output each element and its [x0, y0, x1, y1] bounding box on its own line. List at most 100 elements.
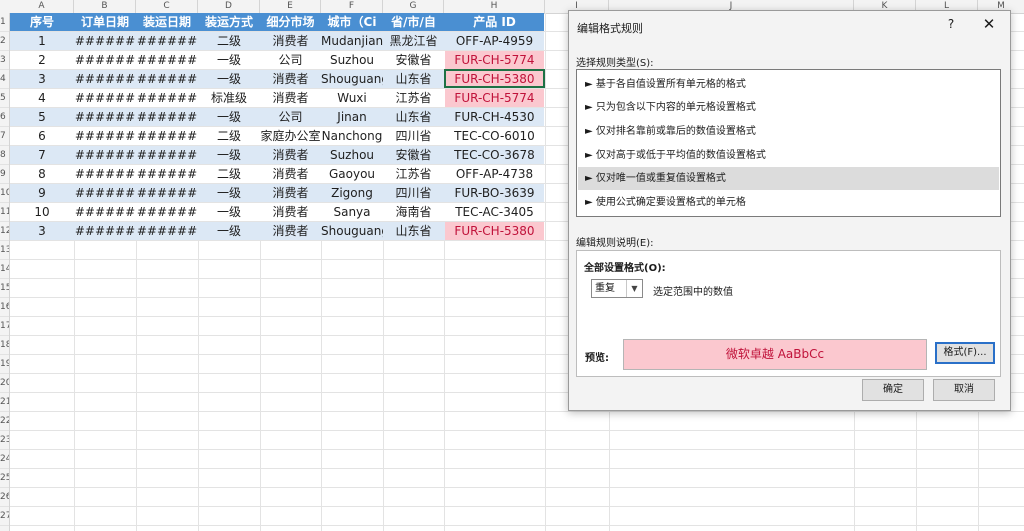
- table-cell[interactable]: ######: [136, 51, 198, 70]
- row-header[interactable]: 17: [0, 317, 9, 336]
- table-cell[interactable]: Shouguang: [321, 70, 383, 89]
- table-cell[interactable]: 5: [10, 108, 74, 127]
- header-cell[interactable]: 细分市场: [260, 13, 321, 32]
- row-header[interactable]: 15: [0, 279, 9, 298]
- row-header[interactable]: 18: [0, 336, 9, 355]
- row-header[interactable]: 19: [0, 355, 9, 374]
- table-cell[interactable]: ######: [74, 32, 136, 51]
- column-header-c[interactable]: C: [136, 0, 198, 13]
- table-cell[interactable]: 二级: [198, 165, 260, 184]
- ok-button[interactable]: 确定: [862, 379, 924, 401]
- rule-type-item[interactable]: ► 使用公式确定要设置格式的单元格: [578, 191, 999, 214]
- column-header-d[interactable]: D: [198, 0, 260, 13]
- table-cell[interactable]: 家庭办公室: [260, 127, 321, 146]
- row-header[interactable]: 22: [0, 412, 9, 431]
- table-cell[interactable]: 黑龙江省: [383, 32, 444, 51]
- table-cell[interactable]: 一级: [198, 146, 260, 165]
- table-cell[interactable]: 8: [10, 165, 74, 184]
- table-cell[interactable]: 9: [10, 184, 74, 203]
- row-header[interactable]: 20: [0, 374, 9, 393]
- column-header-g[interactable]: G: [383, 0, 444, 13]
- table-cell[interactable]: ######: [136, 108, 198, 127]
- table-cell[interactable]: Suzhou: [321, 51, 383, 70]
- duplicate-unique-select[interactable]: 重复 ▼: [591, 279, 643, 298]
- table-cell[interactable]: 标准级: [198, 89, 260, 108]
- table-cell[interactable]: ######: [74, 89, 136, 108]
- header-cell[interactable]: 序号: [10, 13, 74, 32]
- column-header-b[interactable]: B: [74, 0, 136, 13]
- table-cell[interactable]: 二级: [198, 32, 260, 51]
- row-header[interactable]: 2: [0, 32, 9, 51]
- table-cell[interactable]: ######: [74, 146, 136, 165]
- table-cell[interactable]: Nanchong: [321, 127, 383, 146]
- table-cell[interactable]: ######: [74, 51, 136, 70]
- table-cell[interactable]: 3: [10, 222, 74, 241]
- table-cell[interactable]: 山东省: [383, 222, 444, 241]
- table-cell[interactable]: FUR-CH-5380: [444, 222, 545, 241]
- chevron-down-icon[interactable]: ▼: [626, 280, 642, 297]
- header-cell[interactable]: 城市（Ci: [321, 13, 383, 32]
- format-button[interactable]: 格式(F)...: [935, 342, 995, 364]
- row-header[interactable]: 5: [0, 89, 9, 108]
- row-header[interactable]: 3: [0, 51, 9, 70]
- row-header[interactable]: 26: [0, 488, 9, 507]
- table-cell[interactable]: OFF-AP-4959: [444, 32, 545, 51]
- table-cell[interactable]: 消费者: [260, 203, 321, 222]
- table-cell[interactable]: 3: [10, 70, 74, 89]
- header-cell[interactable]: 省/市/自: [383, 13, 444, 32]
- table-cell[interactable]: 江苏省: [383, 165, 444, 184]
- table-cell[interactable]: ######: [136, 32, 198, 51]
- table-cell[interactable]: ######: [136, 184, 198, 203]
- table-cell[interactable]: ######: [74, 165, 136, 184]
- row-header[interactable]: 7: [0, 127, 9, 146]
- table-cell[interactable]: 消费者: [260, 222, 321, 241]
- table-cell[interactable]: ######: [136, 127, 198, 146]
- header-cell[interactable]: 订单日期: [74, 13, 136, 32]
- table-cell[interactable]: 山东省: [383, 108, 444, 127]
- table-cell[interactable]: 四川省: [383, 127, 444, 146]
- table-cell[interactable]: 7: [10, 146, 74, 165]
- table-cell[interactable]: ######: [74, 70, 136, 89]
- table-cell[interactable]: 消费者: [260, 70, 321, 89]
- row-header[interactable]: 1: [0, 13, 9, 32]
- row-header[interactable]: 4: [0, 70, 9, 89]
- row-header[interactable]: 27: [0, 507, 9, 526]
- table-cell[interactable]: 公司: [260, 51, 321, 70]
- rule-type-item[interactable]: ► 只为包含以下内容的单元格设置格式: [578, 96, 999, 119]
- table-cell[interactable]: 一级: [198, 222, 260, 241]
- table-cell[interactable]: 山东省: [383, 70, 444, 89]
- column-header-a[interactable]: A: [10, 0, 74, 13]
- row-header[interactable]: 23: [0, 431, 9, 450]
- table-cell[interactable]: Gaoyou: [321, 165, 383, 184]
- table-cell[interactable]: 二级: [198, 127, 260, 146]
- table-cell[interactable]: FUR-CH-4530: [444, 108, 545, 127]
- table-cell[interactable]: 一级: [198, 51, 260, 70]
- table-cell[interactable]: ######: [136, 89, 198, 108]
- close-icon[interactable]: ✕: [981, 15, 997, 33]
- table-cell[interactable]: TEC-CO-3678: [444, 146, 545, 165]
- table-cell[interactable]: Wuxi: [321, 89, 383, 108]
- rule-type-item-selected[interactable]: ► 仅对唯一值或重复值设置格式: [578, 167, 999, 190]
- table-cell[interactable]: 2: [10, 51, 74, 70]
- column-header-e[interactable]: E: [260, 0, 321, 13]
- row-header[interactable]: 24: [0, 450, 9, 469]
- header-cell[interactable]: 产品 ID: [444, 13, 545, 32]
- table-cell[interactable]: ######: [74, 203, 136, 222]
- row-header[interactable]: 16: [0, 298, 9, 317]
- table-cell[interactable]: Sanya: [321, 203, 383, 222]
- table-cell[interactable]: TEC-CO-6010: [444, 127, 545, 146]
- table-cell[interactable]: ######: [136, 165, 198, 184]
- rule-type-list[interactable]: ► 基于各自值设置所有单元格的格式 ► 只为包含以下内容的单元格设置格式 ► 仅…: [576, 69, 1001, 217]
- table-cell[interactable]: 1: [10, 32, 74, 51]
- table-cell[interactable]: ######: [74, 127, 136, 146]
- row-header[interactable]: 8: [0, 146, 9, 165]
- row-header[interactable]: 14: [0, 260, 9, 279]
- table-cell[interactable]: ######: [136, 70, 198, 89]
- table-cell[interactable]: Shouguang: [321, 222, 383, 241]
- table-cell[interactable]: 消费者: [260, 146, 321, 165]
- table-cell[interactable]: ######: [74, 108, 136, 127]
- table-cell[interactable]: Jinan: [321, 108, 383, 127]
- help-icon[interactable]: ?: [944, 17, 958, 31]
- table-cell[interactable]: 消费者: [260, 184, 321, 203]
- table-cell[interactable]: 四川省: [383, 184, 444, 203]
